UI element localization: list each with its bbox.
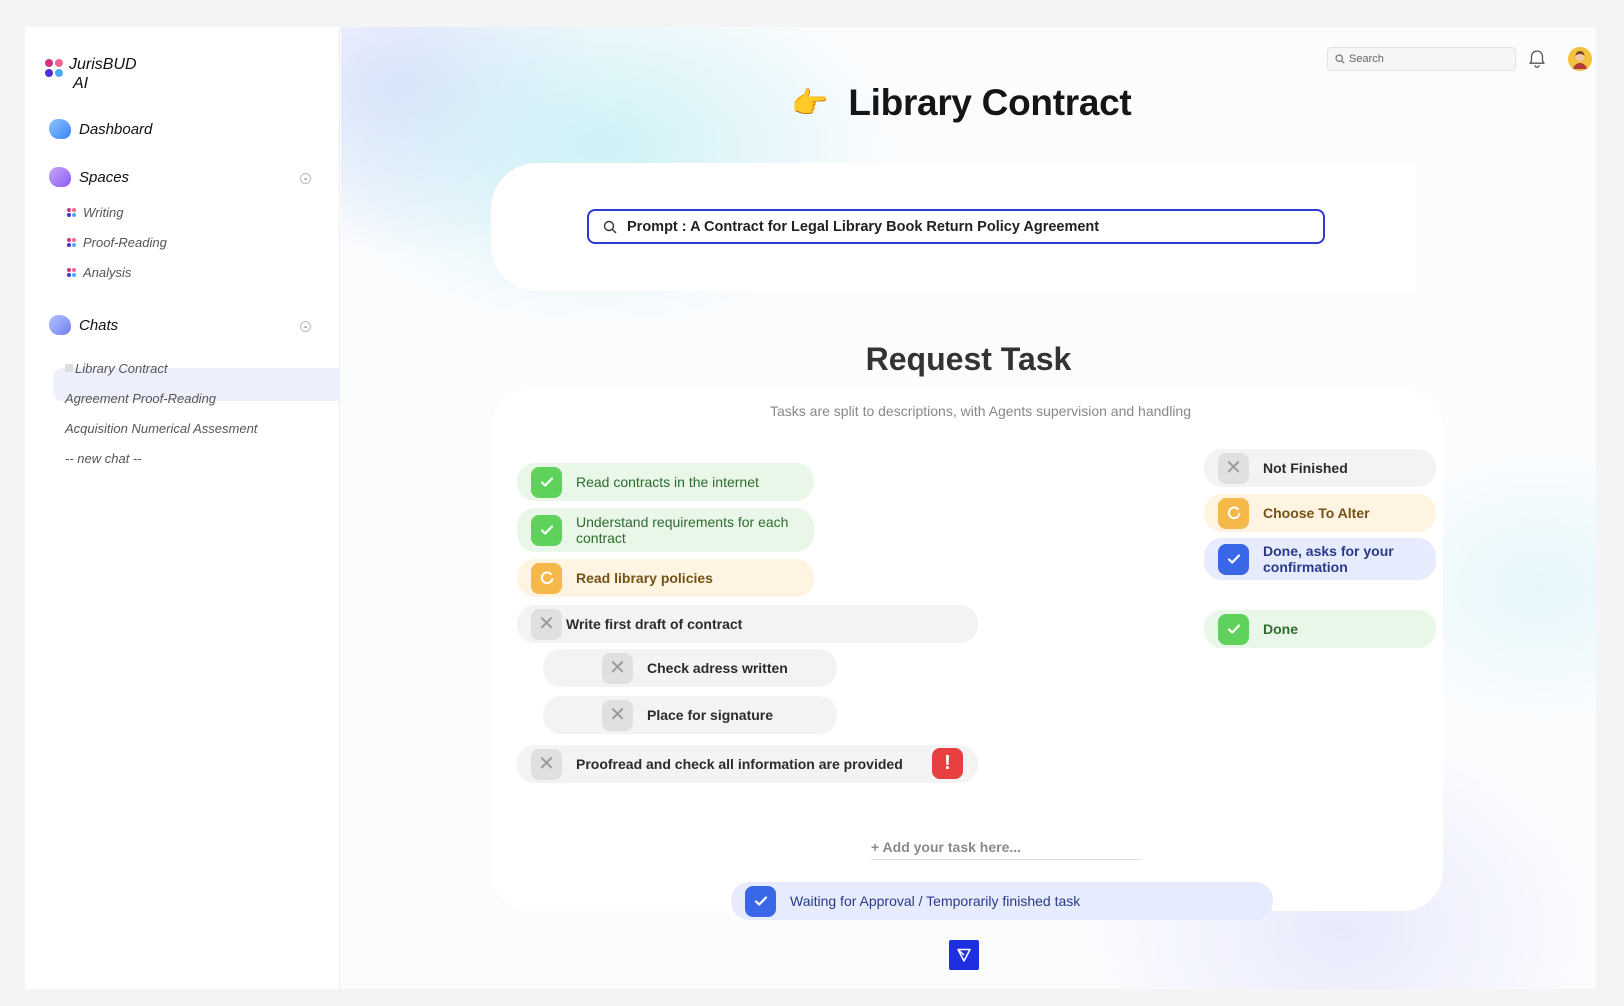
chat-square-icon bbox=[65, 364, 73, 372]
check-icon bbox=[1218, 613, 1249, 645]
alert-icon[interactable]: ! bbox=[932, 748, 963, 779]
nav-chats[interactable]: Chats bbox=[49, 315, 118, 335]
logo-icon bbox=[45, 59, 65, 79]
chat-item-library-contract[interactable]: Library Contract bbox=[65, 361, 167, 376]
space-item-proof-reading[interactable]: Proof-Reading bbox=[67, 235, 167, 250]
prompt-text: Prompt : A Contract for Legal Library Bo… bbox=[627, 218, 1100, 235]
subtask-item[interactable]: ✕ Check adress written bbox=[543, 649, 837, 687]
logo[interactable]: JurisBUD AI bbox=[45, 55, 137, 93]
space-item-writing[interactable]: Writing bbox=[67, 205, 123, 220]
task-label: Proofread and check all information are … bbox=[576, 756, 903, 772]
space-item-label: Analysis bbox=[83, 265, 132, 280]
chats-icon bbox=[49, 315, 71, 335]
dashboard-icon bbox=[49, 119, 71, 139]
chat-item-label: Library Contract bbox=[75, 361, 168, 376]
chat-item-agreement-proof-reading[interactable]: Agreement Proof-Reading bbox=[65, 391, 216, 406]
task-label: Read library policies bbox=[576, 570, 713, 586]
main-area: 👉 Library Contract Prompt : A Contract f… bbox=[341, 27, 1596, 989]
legend-done: Done bbox=[1204, 610, 1436, 648]
nav-chats-label: Chats bbox=[79, 316, 119, 334]
logo-line1: JurisBUD bbox=[69, 56, 137, 73]
waiting-label: Waiting for Approval / Temporarily finis… bbox=[790, 893, 1081, 909]
add-task-input[interactable] bbox=[871, 834, 1141, 860]
task-item[interactable]: Read library policies bbox=[517, 559, 814, 597]
subtask-item[interactable]: ✕ Place for signature bbox=[543, 696, 837, 734]
page-title: 👉 Library Contract bbox=[791, 82, 1132, 124]
legend-label: Choose To Alter bbox=[1263, 505, 1370, 521]
app-frame: JurisBUD AI Dashboard Spaces ⌄ Writing P… bbox=[25, 27, 1596, 989]
space-dots-icon bbox=[67, 238, 76, 247]
close-icon: ✕ bbox=[1218, 452, 1249, 484]
close-icon: ✕ bbox=[602, 652, 633, 684]
check-icon bbox=[531, 466, 562, 498]
chat-item-new-chat[interactable]: -- new chat -- bbox=[65, 451, 142, 466]
spaces-icon bbox=[49, 167, 71, 187]
search-input[interactable] bbox=[1349, 53, 1499, 65]
close-icon: ✕ bbox=[531, 748, 562, 780]
legend-label: Done, asks for your confirmation bbox=[1263, 543, 1394, 575]
space-dots-icon bbox=[67, 268, 76, 277]
task-item[interactable]: ✕ Write first draft of contract bbox=[517, 605, 978, 643]
nav-spaces-label: Spaces bbox=[79, 168, 130, 186]
legend-label: Done bbox=[1263, 621, 1298, 637]
nav-spaces[interactable]: Spaces bbox=[49, 167, 129, 187]
nav-dashboard[interactable]: Dashboard bbox=[49, 119, 152, 139]
chat-item-label: Agreement Proof-Reading bbox=[65, 391, 217, 406]
avatar[interactable] bbox=[1568, 47, 1592, 71]
refresh-icon bbox=[1218, 497, 1249, 529]
search-icon bbox=[603, 220, 617, 233]
request-task-subtitle-row: Tasks are split to descriptions, with Ag… bbox=[341, 403, 1596, 419]
send-icon bbox=[957, 948, 971, 962]
request-task-title: Request Task bbox=[865, 341, 1072, 377]
bell-icon[interactable] bbox=[1526, 48, 1548, 70]
chats-chevron-down-icon[interactable]: ⌄ bbox=[300, 321, 311, 332]
legend-choose-to-alter: Choose To Alter bbox=[1204, 494, 1436, 532]
waiting-approval-item[interactable]: Waiting for Approval / Temporarily finis… bbox=[731, 882, 1273, 920]
pointing-hand-icon: 👉 bbox=[791, 86, 829, 120]
sidebar: JurisBUD AI Dashboard Spaces ⌄ Writing P… bbox=[25, 27, 340, 989]
prompt-input[interactable]: Prompt : A Contract for Legal Library Bo… bbox=[587, 209, 1325, 244]
legend-label: Not Finished bbox=[1263, 460, 1348, 476]
task-label: Understand requirements for each contrac… bbox=[576, 514, 789, 546]
task-item[interactable]: Understand requirements for each contrac… bbox=[517, 508, 814, 552]
space-dots-icon bbox=[67, 208, 76, 217]
space-item-label: Writing bbox=[83, 205, 124, 220]
task-item[interactable]: Read contracts in the internet bbox=[517, 463, 814, 501]
chat-item-label: Acquisition Numerical Assesment bbox=[65, 421, 258, 436]
check-icon bbox=[531, 514, 562, 546]
avatar-image bbox=[1568, 47, 1592, 71]
task-label: Write first draft of contract bbox=[566, 616, 743, 632]
search-icon bbox=[1335, 54, 1345, 64]
logo-text: JurisBUD AI bbox=[69, 55, 137, 93]
chat-item-acquisition-assessment[interactable]: Acquisition Numerical Assesment bbox=[65, 421, 257, 436]
request-task-subtitle: Tasks are split to descriptions, with Ag… bbox=[769, 403, 1191, 419]
page-title-text: Library Contract bbox=[848, 82, 1132, 123]
chat-item-label: -- new chat -- bbox=[65, 451, 142, 466]
header-search[interactable] bbox=[1327, 47, 1516, 71]
task-label: Read contracts in the internet bbox=[576, 474, 759, 490]
legend-confirm: Done, asks for your confirmation bbox=[1204, 538, 1436, 580]
task-label: Check adress written bbox=[647, 660, 788, 676]
check-icon bbox=[1218, 543, 1249, 575]
send-button[interactable] bbox=[949, 940, 979, 970]
task-item[interactable]: ✕ Proofread and check all information ar… bbox=[517, 745, 978, 783]
space-item-analysis[interactable]: Analysis bbox=[67, 265, 131, 280]
space-item-label: Proof-Reading bbox=[83, 235, 167, 250]
nav-dashboard-label: Dashboard bbox=[79, 120, 153, 138]
refresh-icon bbox=[531, 562, 562, 594]
check-icon bbox=[745, 885, 776, 917]
close-icon: ✕ bbox=[602, 699, 633, 731]
legend-not-finished: ✕ Not Finished bbox=[1204, 449, 1436, 487]
task-label: Place for signature bbox=[647, 707, 774, 723]
close-icon: ✕ bbox=[531, 608, 562, 640]
logo-line2: AI bbox=[73, 75, 89, 92]
spaces-chevron-down-icon[interactable]: ⌄ bbox=[300, 173, 311, 184]
